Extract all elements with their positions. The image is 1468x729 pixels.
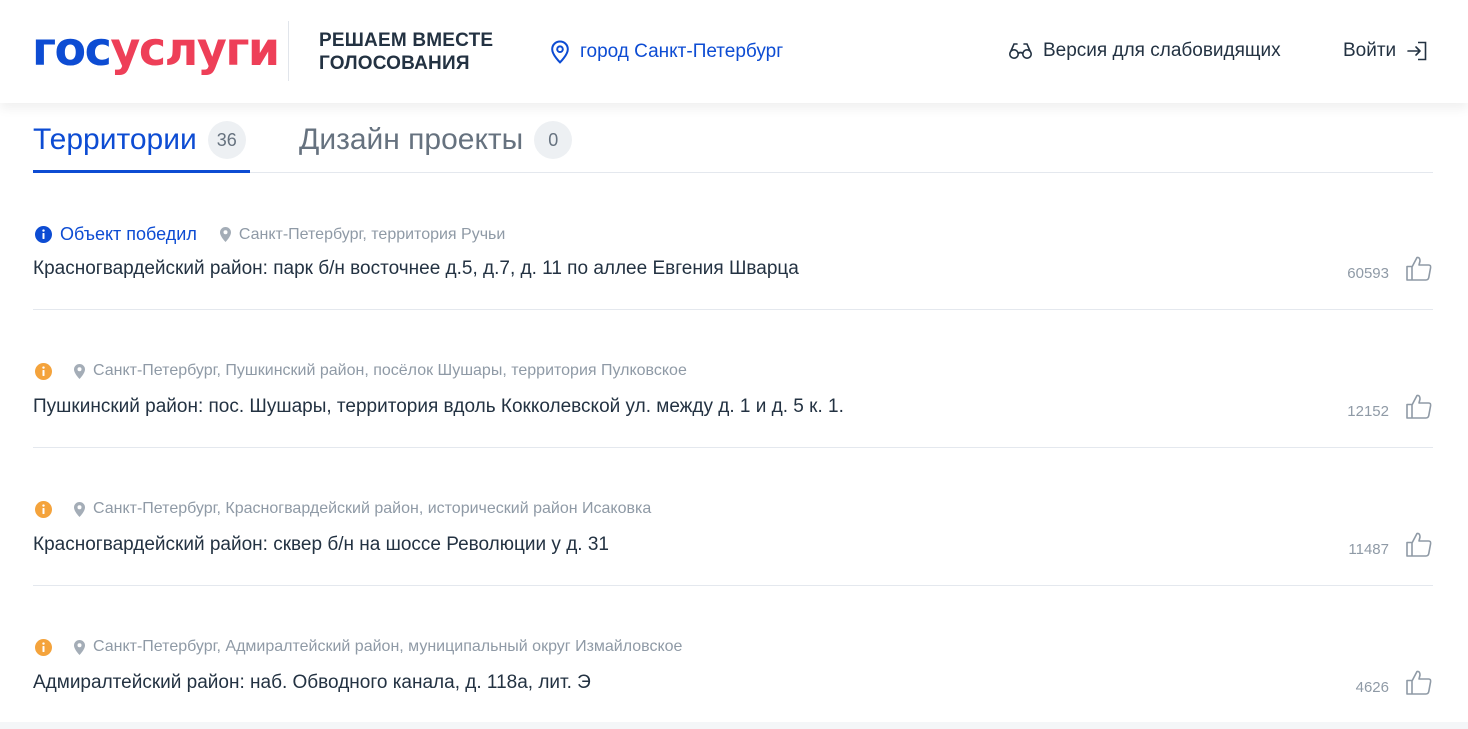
item-meta: Объект победил Санкт-Петербург, территор… (35, 224, 505, 245)
item-location: Санкт-Петербург, Пушкинский район, посёл… (93, 362, 687, 379)
item-meta: Санкт-Петербург, Красногвардейский район… (35, 500, 651, 518)
item-location: Санкт-Петербург, Адмиралтейский район, м… (93, 638, 683, 655)
list-item[interactable]: Объект победил Санкт-Петербург, территор… (33, 172, 1433, 310)
item-title[interactable]: Красногвардейский район: сквер б/н на шо… (33, 534, 609, 556)
item-title[interactable]: Адмиралтейский район: наб. Обводного кан… (33, 672, 591, 694)
page-bottom-strip (0, 722, 1468, 729)
glasses-icon (1009, 43, 1032, 59)
logo-part-gos: гос (32, 22, 112, 76)
winner-status-label: Объект победил (60, 224, 197, 244)
thumbs-up-icon[interactable] (1405, 530, 1433, 558)
item-votes: 12152 (1347, 392, 1433, 420)
info-circle-orange-icon (35, 362, 52, 380)
territory-list: Объект победил Санкт-Петербург, территор… (33, 172, 1433, 724)
low-vision-version-link[interactable]: Версия для слабовидящих (1008, 40, 1281, 62)
tab-design-projects-count: 0 (534, 121, 573, 159)
login-button[interactable]: Войти (1343, 40, 1428, 62)
tab-territories-count: 36 (207, 121, 246, 159)
tab-design-projects-label: Дизайн проекты (299, 123, 524, 156)
item-votes: 4626 (1356, 668, 1433, 696)
tab-territories[interactable]: Территории 36 (33, 121, 246, 159)
slogan-line-1: РЕШАЕМ ВМЕСТЕ (319, 30, 494, 51)
tab-design-projects[interactable]: Дизайн проекты 0 (299, 121, 573, 159)
map-pin-icon (74, 501, 85, 517)
project-slogan[interactable]: РЕШАЕМ ВМЕСТЕ ГОЛОСОВАНИЯ (319, 29, 493, 75)
map-pin-icon (219, 227, 231, 242)
item-location: Санкт-Петербург, Красногвардейский район… (93, 500, 652, 517)
info-circle-orange-icon (35, 500, 52, 518)
item-meta: Санкт-Петербург, Пушкинский район, посёл… (35, 362, 687, 380)
list-item[interactable]: Санкт-Петербург, Пушкинский район, посёл… (33, 310, 1433, 448)
list-item[interactable]: Санкт-Петербург, Адмиралтейский район, м… (33, 586, 1433, 724)
location-pin-icon (551, 40, 569, 64)
tab-territories-label: Территории (33, 123, 197, 156)
map-pin-icon (74, 363, 85, 379)
info-circle-blue-icon (35, 226, 52, 243)
map-pin-icon (74, 639, 85, 655)
thumbs-up-icon[interactable] (1405, 668, 1433, 696)
list-item[interactable]: Санкт-Петербург, Красногвардейский район… (33, 448, 1433, 586)
item-title[interactable]: Пушкинский район: пос. Шушары, территори… (33, 396, 844, 418)
vote-count: 4626 (1355, 678, 1389, 696)
city-selector[interactable]: город Санкт-Петербург (550, 40, 783, 64)
vote-count: 11487 (1348, 540, 1389, 558)
thumbs-up-icon[interactable] (1405, 254, 1433, 282)
logo-part-uslugi: услуги (110, 22, 280, 76)
gosuslugi-logo[interactable]: госуслуги (32, 26, 280, 72)
thumbs-up-icon[interactable] (1405, 392, 1433, 420)
item-votes: 11487 (1348, 530, 1433, 558)
item-title[interactable]: Красногвардейский район: парк б/н восточ… (33, 258, 799, 280)
header-divider (288, 21, 289, 81)
login-label: Войти (1343, 40, 1397, 61)
site-header: госуслуги РЕШАЕМ ВМЕСТЕ ГОЛОСОВАНИЯ горо… (0, 0, 1468, 103)
item-location: Санкт-Петербург, территория Ручьи (238, 225, 506, 243)
item-meta: Санкт-Петербург, Адмиралтейский район, м… (35, 638, 682, 656)
vote-count: 12152 (1347, 402, 1389, 420)
slogan-line-2: ГОЛОСОВАНИЯ (319, 53, 470, 74)
login-arrow-icon (1407, 41, 1427, 61)
city-label: город Санкт-Петербург (580, 41, 784, 62)
vote-count: 60593 (1347, 264, 1389, 282)
info-circle-orange-icon (35, 638, 52, 656)
tabs-bar: Территории 36 Дизайн проекты 0 (33, 103, 1433, 173)
low-vision-label: Версия для слабовидящих (1043, 40, 1281, 61)
item-votes: 60593 (1347, 254, 1433, 282)
